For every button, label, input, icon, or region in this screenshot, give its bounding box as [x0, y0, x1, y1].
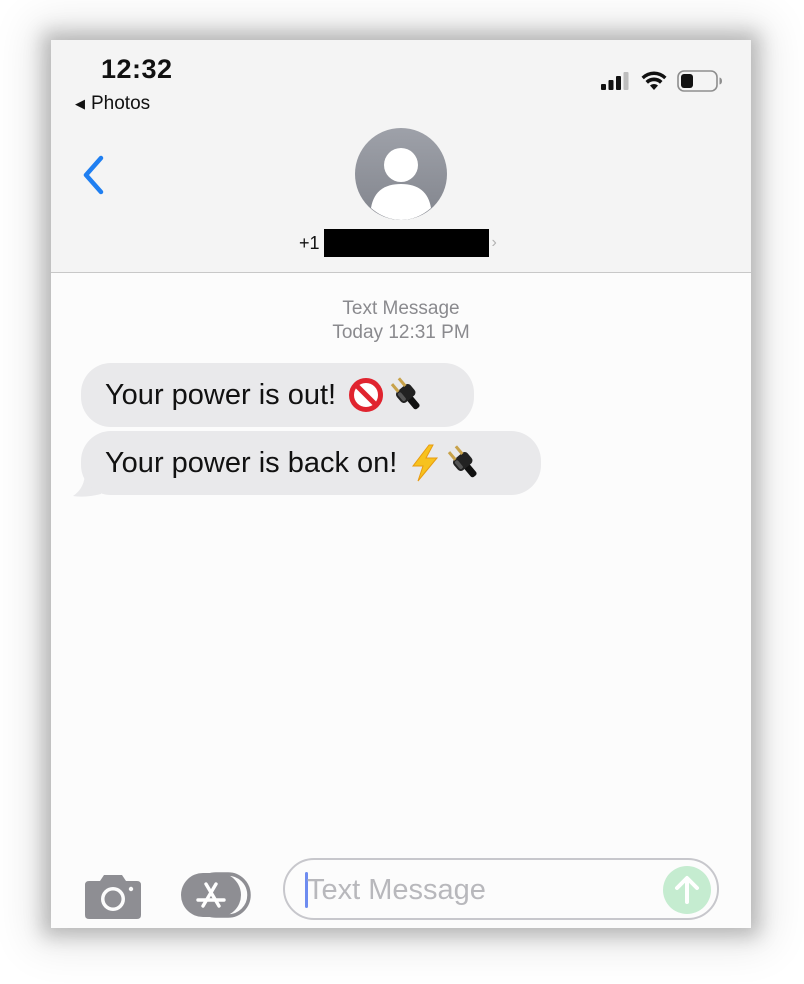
message-bubble[interactable]: Your power is back on!	[81, 431, 541, 495]
wifi-icon	[641, 71, 667, 96]
camera-button[interactable]	[84, 872, 142, 920]
message-emoji	[348, 376, 426, 414]
message-emoji	[409, 444, 483, 482]
message-bubble[interactable]: Your power is out!	[81, 363, 474, 427]
messages-screen: 12:32 ◀ Photos +1 › Text Message Today 1…	[51, 40, 751, 928]
message-text: Your power is back on!	[105, 446, 398, 479]
contact-country-code: +1	[299, 232, 320, 253]
back-to-app-link[interactable]: ◀ Photos	[75, 93, 150, 115]
status-icons	[601, 70, 723, 97]
message-text: Your power is out!	[105, 378, 337, 411]
message-input[interactable]	[305, 868, 649, 912]
chevron-right-icon: ›	[491, 234, 497, 251]
back-app-label: Photos	[91, 93, 151, 114]
app-store-icon	[181, 872, 251, 918]
electric-plug-icon	[390, 377, 420, 410]
contact-name-button[interactable]: +1 ›	[299, 228, 497, 258]
service-label: Text Message	[342, 298, 460, 319]
send-button[interactable]	[663, 866, 711, 914]
message-input-container[interactable]	[283, 858, 719, 920]
battery-icon	[677, 70, 723, 97]
arrow-up-icon	[675, 876, 699, 904]
contact-avatar[interactable]	[355, 128, 447, 220]
lightning-icon	[412, 444, 439, 482]
camera-icon	[85, 875, 141, 919]
chevron-left-icon	[83, 155, 104, 195]
app-store-button[interactable]	[181, 870, 253, 920]
message-meta: Text Message Today 12:31 PM	[51, 297, 751, 345]
status-time: 12:32	[101, 54, 173, 84]
back-button[interactable]	[79, 152, 109, 198]
prohibited-icon	[349, 378, 384, 412]
electric-plug-icon	[448, 445, 477, 478]
person-icon	[371, 148, 431, 220]
message-timestamp: Today 12:31 PM	[332, 322, 470, 343]
back-triangle-icon: ◀	[75, 96, 85, 111]
conversation-header: 12:32 ◀ Photos +1 ›	[51, 40, 751, 273]
redacted-phone-number	[323, 229, 489, 257]
compose-bar	[51, 850, 751, 928]
cellular-signal-icon	[601, 71, 631, 96]
